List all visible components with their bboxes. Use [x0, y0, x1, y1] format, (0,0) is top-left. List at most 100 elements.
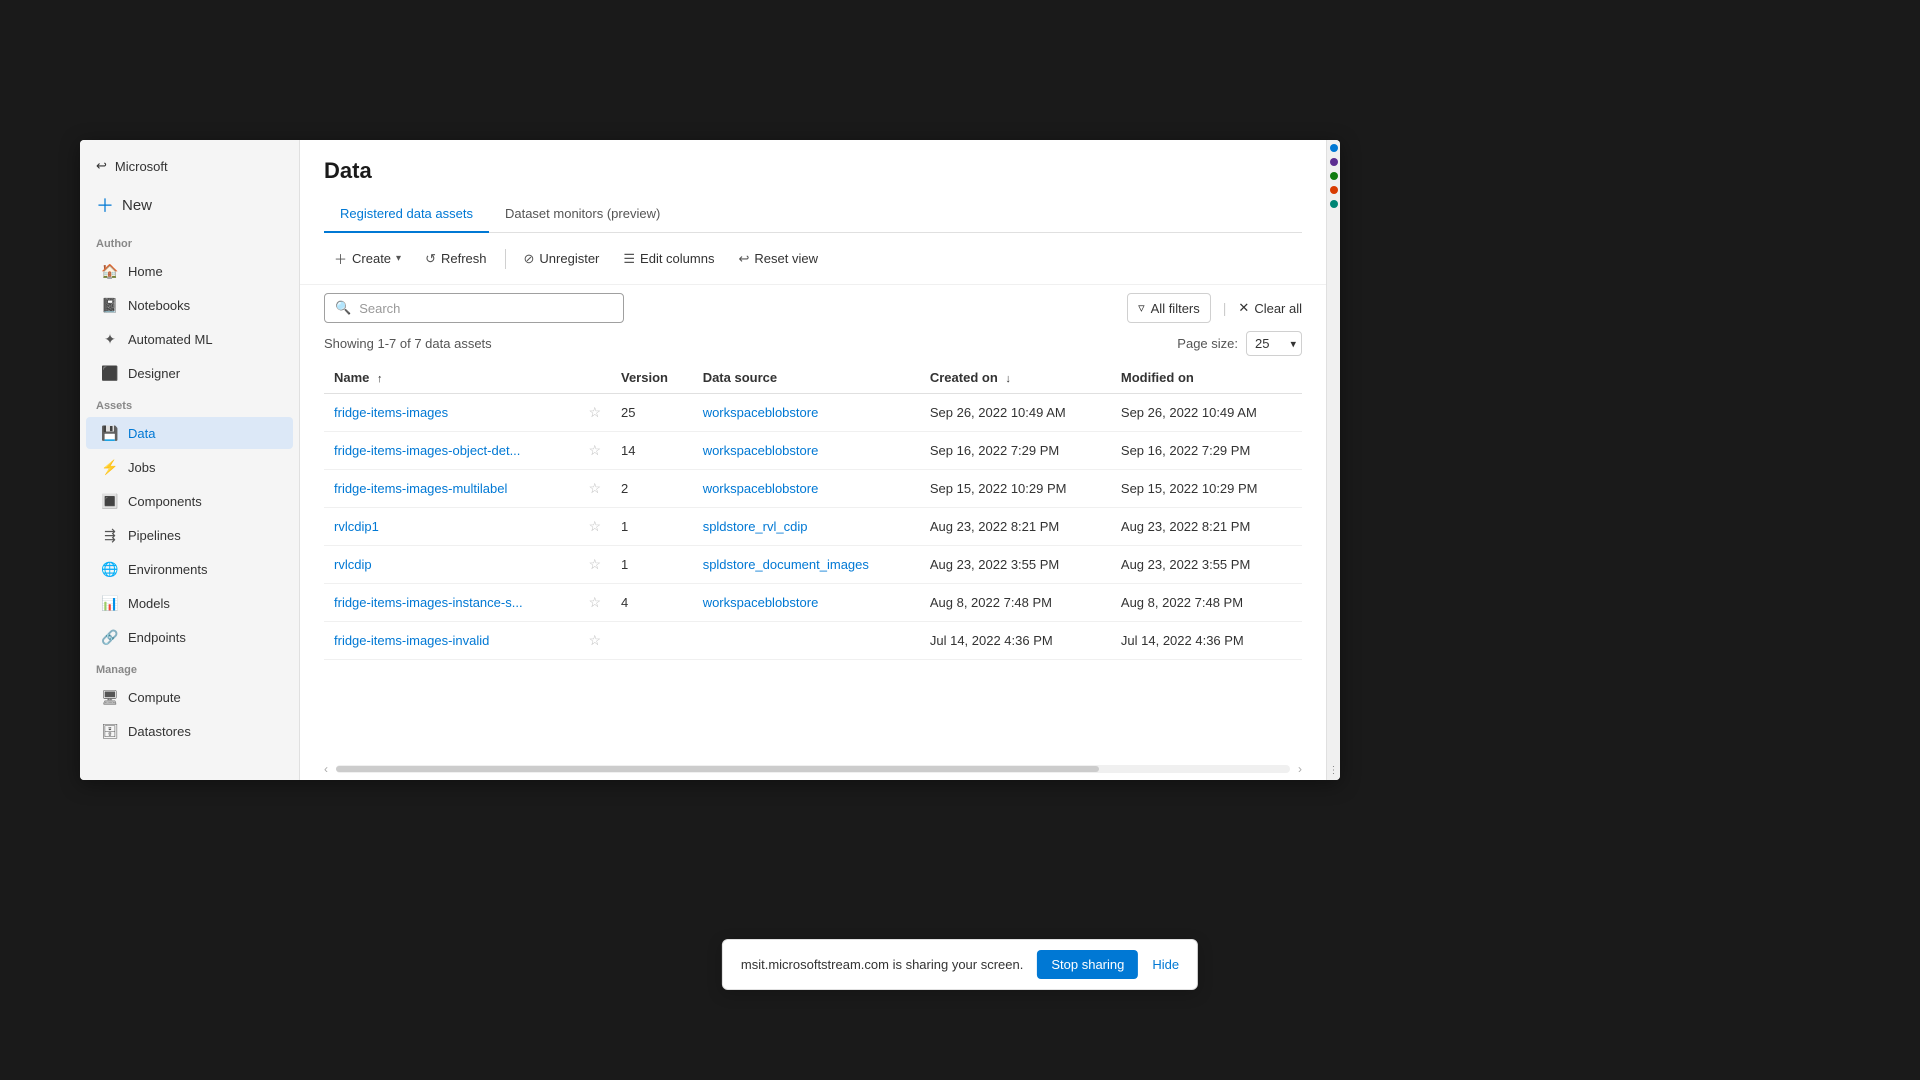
cell-datasource: workspaceblobstore [693, 432, 920, 470]
cell-favorite: ☆ [578, 508, 611, 546]
datasource-link[interactable]: workspaceblobstore [703, 481, 819, 496]
close-icon: ✕ [1238, 300, 1249, 316]
sidebar-item-datastores[interactable]: 🗄 Datastores [86, 715, 293, 747]
horizontal-scrollbar[interactable] [336, 765, 1290, 773]
reset-view-button[interactable]: ↩ Reset view [728, 245, 827, 273]
chevron-down-icon: ▾ [396, 253, 401, 264]
cell-datasource: workspaceblobstore [693, 470, 920, 508]
col-header-version: Version [611, 362, 693, 394]
page-size-select[interactable]: 10 25 50 100 [1246, 331, 1302, 356]
datasource-link[interactable]: spldstore_rvl_cdip [703, 519, 808, 534]
sidebar-item-label: Environments [128, 562, 207, 577]
scroll-left-arrow[interactable]: ‹ [324, 762, 328, 776]
filter-divider: | [1223, 300, 1227, 316]
filters-right: ▿ All filters | ✕ Clear all [1127, 293, 1302, 323]
sidebar-item-jobs[interactable]: ⚡ Jobs [86, 451, 293, 483]
designer-icon: ⬛ [102, 365, 118, 381]
favorite-star[interactable]: ☆ [588, 518, 601, 534]
tab-registered-data-assets[interactable]: Registered data assets [324, 196, 489, 233]
col-header-modified: Modified on [1111, 362, 1302, 394]
sidebar-back-button[interactable]: ↩ Microsoft [80, 150, 299, 182]
compute-icon: 🖥 [102, 689, 118, 705]
stop-sharing-button[interactable]: Stop sharing [1037, 950, 1138, 979]
search-input[interactable] [359, 301, 613, 316]
search-filter-row: 🔍 ▿ All filters | ✕ Clear all [300, 285, 1326, 331]
sidebar-item-endpoints[interactable]: 🔗 Endpoints [86, 621, 293, 653]
data-asset-link[interactable]: fridge-items-images-invalid [334, 633, 489, 648]
sidebar-section-author: Author [80, 228, 299, 254]
cell-favorite: ☆ [578, 622, 611, 660]
data-icon: 💾 [102, 425, 118, 441]
col-header-name[interactable]: Name ↑ [324, 362, 578, 394]
edit-columns-button[interactable]: ☰ Edit columns [613, 245, 724, 273]
sidebar-item-environments[interactable]: 🌐 Environments [86, 553, 293, 585]
create-button[interactable]: ＋ Create ▾ [324, 243, 411, 274]
sidebar-item-pipelines[interactable]: ⇶ Pipelines [86, 519, 293, 551]
environments-icon: 🌐 [102, 561, 118, 577]
page-header: Data Registered data assets Dataset moni… [300, 140, 1326, 233]
cell-datasource: spldstore_rvl_cdip [693, 508, 920, 546]
sidebar-item-designer[interactable]: ⬛ Designer [86, 357, 293, 389]
favorite-star[interactable]: ☆ [588, 404, 601, 420]
data-asset-link[interactable]: rvlcdip [334, 557, 372, 572]
sidebar-item-notebooks[interactable]: 📓 Notebooks [86, 289, 293, 321]
strip-dot-4 [1330, 186, 1338, 194]
cell-created: Sep 16, 2022 7:29 PM [920, 432, 1111, 470]
search-box: 🔍 [324, 293, 624, 323]
favorite-star[interactable]: ☆ [588, 442, 601, 458]
favorite-star[interactable]: ☆ [588, 480, 601, 496]
datasource-link[interactable]: workspaceblobstore [703, 595, 819, 610]
table-row: rvlcdip ☆ 1 spldstore_document_images Au… [324, 546, 1302, 584]
col-header-created[interactable]: Created on ↓ [920, 362, 1111, 394]
page-size-label: Page size: [1177, 336, 1238, 351]
jobs-icon: ⚡ [102, 459, 118, 475]
sidebar-item-label: Models [128, 596, 170, 611]
sidebar-item-home[interactable]: 🏠 Home [86, 255, 293, 287]
data-asset-link[interactable]: fridge-items-images-object-det... [334, 443, 520, 458]
strip-dot-3 [1330, 172, 1338, 180]
sidebar-new-button[interactable]: ＋ New [80, 182, 299, 228]
cell-name: rvlcdip1 [324, 508, 578, 546]
data-asset-link[interactable]: fridge-items-images-instance-s... [334, 595, 523, 610]
cell-modified: Sep 15, 2022 10:29 PM [1111, 470, 1302, 508]
cell-favorite: ☆ [578, 546, 611, 584]
clear-all-button[interactable]: ✕ Clear all [1238, 300, 1302, 316]
sidebar-item-compute[interactable]: 🖥 Compute [86, 681, 293, 713]
cell-datasource [693, 622, 920, 660]
cell-favorite: ☆ [578, 432, 611, 470]
datasource-link[interactable]: workspaceblobstore [703, 405, 819, 420]
hide-button[interactable]: Hide [1152, 957, 1179, 972]
page-size-area: Page size: 10 25 50 100 [1177, 331, 1302, 356]
scroll-right-arrow[interactable]: › [1298, 762, 1302, 776]
sidebar-item-label: Designer [128, 366, 180, 381]
sidebar-item-components[interactable]: 🔳 Components [86, 485, 293, 517]
sidebar-item-data[interactable]: 💾 Data [86, 417, 293, 449]
favorite-star[interactable]: ☆ [588, 556, 601, 572]
data-asset-link[interactable]: rvlcdip1 [334, 519, 379, 534]
favorite-star[interactable]: ☆ [588, 594, 601, 610]
created-sort-icon: ↓ [1005, 373, 1011, 385]
tabs: Registered data assets Dataset monitors … [324, 196, 1302, 233]
data-asset-link[interactable]: fridge-items-images [334, 405, 448, 420]
tab-dataset-monitors[interactable]: Dataset monitors (preview) [489, 196, 676, 233]
favorite-star[interactable]: ☆ [588, 632, 601, 648]
datasource-link[interactable]: workspaceblobstore [703, 443, 819, 458]
data-asset-link[interactable]: fridge-items-images-multilabel [334, 481, 507, 496]
cell-created: Aug 8, 2022 7:48 PM [920, 584, 1111, 622]
cell-favorite: ☆ [578, 470, 611, 508]
datasource-link[interactable]: spldstore_document_images [703, 557, 869, 572]
unregister-button[interactable]: ⊘ Unregister [514, 245, 610, 273]
notebooks-icon: 📓 [102, 297, 118, 313]
sidebar-item-automated-ml[interactable]: ✦ Automated ML [86, 323, 293, 355]
sidebar-item-label: Pipelines [128, 528, 181, 543]
cell-modified: Aug 23, 2022 8:21 PM [1111, 508, 1302, 546]
refresh-button[interactable]: ↺ Refresh [415, 245, 496, 273]
unregister-icon: ⊘ [524, 251, 535, 267]
sidebar-section-assets: Assets [80, 390, 299, 416]
refresh-icon: ↺ [425, 251, 436, 267]
all-filters-button[interactable]: ▿ All filters [1127, 293, 1211, 323]
sidebar-new-label: New [122, 197, 152, 214]
sidebar-item-models[interactable]: 📊 Models [86, 587, 293, 619]
table-row: fridge-items-images-instance-s... ☆ 4 wo… [324, 584, 1302, 622]
main-content: Data Registered data assets Dataset moni… [300, 140, 1326, 780]
